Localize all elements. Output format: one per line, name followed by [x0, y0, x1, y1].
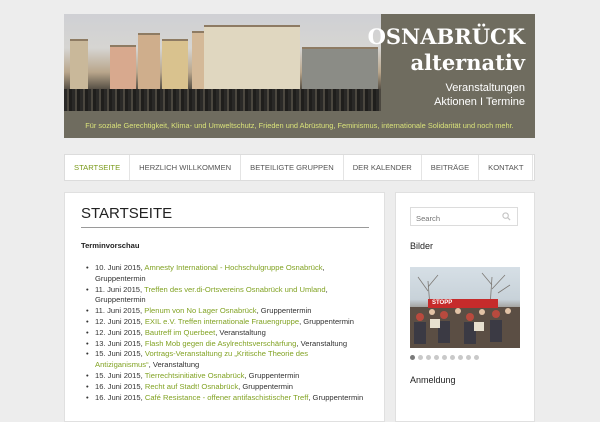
event-link[interactable]: Amnesty International - Hochschulgruppe … — [144, 263, 322, 272]
event-type: , Gruppentermin — [308, 392, 364, 402]
slider-dot[interactable] — [410, 355, 415, 360]
event-link[interactable]: Bautreff im Querbeet — [145, 328, 215, 337]
list-item: 12. Juni 2015, EXIL e.V. Treffen interna… — [86, 316, 365, 328]
event-type: , Gruppentermin — [256, 306, 312, 316]
site-title-line1: OSNABRÜCK — [367, 24, 525, 49]
search-input[interactable] — [411, 210, 500, 227]
site-title[interactable]: OSNABRÜCK alternativ — [368, 24, 525, 76]
search-box — [410, 207, 518, 227]
nav-item-beitraege[interactable]: BEITRÄGE — [422, 155, 480, 180]
site-tagline: Veranstaltungen Aktionen I Termine — [434, 81, 525, 109]
slider-dot[interactable] — [426, 355, 431, 360]
sidebar: Bilder STOPP Anmeldung — [395, 192, 535, 422]
site-title-line2: alternativ — [410, 50, 525, 75]
slider-dot[interactable] — [418, 355, 423, 360]
event-date: 12. Juni 2015, — [95, 327, 143, 337]
site-description: Für soziale Gerechtigkeit, Klima- und Um… — [85, 121, 514, 130]
event-link[interactable]: Plenum von No Lager Osnabrück — [144, 306, 256, 315]
list-item: 15. Juni 2015, Vortrags-Veranstaltung zu… — [86, 349, 365, 371]
list-item: 16. Juni 2015, Recht auf Stadt! Osnabrüc… — [86, 381, 365, 393]
event-link[interactable]: EXIL e.V. Treffen internationale Fraueng… — [145, 317, 299, 326]
event-type: , Veranstaltung — [296, 338, 348, 348]
event-type: , Gruppentermin — [238, 381, 294, 391]
event-type: , Gruppentermin — [299, 316, 354, 326]
photo-sign — [474, 322, 484, 331]
image-slider[interactable]: STOPP — [410, 267, 520, 348]
section-heading: Terminvorschau — [81, 241, 140, 250]
slider-dot[interactable] — [458, 355, 463, 360]
event-date: 12. Juni 2015, — [95, 316, 143, 326]
list-item: 11. Juni 2015, Treffen des ver.di-Ortsve… — [86, 284, 365, 307]
banner-text: STOPP — [432, 300, 453, 306]
event-date: 11. Juni 2015, — [95, 284, 143, 294]
main-content: STARTSEITE Terminvorschau 10. Juni 2015,… — [64, 192, 385, 422]
event-type: , Gruppentermin — [244, 370, 300, 380]
widget-title-bilder: Bilder — [410, 241, 434, 251]
event-type: , Veranstaltung — [148, 360, 200, 370]
event-date: 16. Juni 2015, — [95, 381, 143, 391]
nav-item-der-kalender[interactable]: DER KALENDER — [344, 155, 422, 180]
header-photo — [64, 14, 381, 111]
event-date: 13. Juni 2015, — [95, 338, 143, 348]
slider-dot[interactable] — [466, 355, 471, 360]
slider-dot[interactable] — [474, 355, 479, 360]
event-date: 10. Juni 2015, — [95, 263, 143, 272]
event-date: 16. Juni 2015, — [95, 392, 143, 402]
event-link[interactable]: Tierrechtsinitiative Osnabrück — [145, 371, 245, 380]
list-item: 13. Juni 2015, Flash Mob gegen die Asylr… — [86, 338, 365, 350]
nav-item-beteiligte-gruppen[interactable]: BETEILIGTE GRUPPEN — [241, 155, 344, 180]
event-link[interactable]: Café Resistance - offener antifaschistis… — [145, 393, 308, 402]
list-item: 15. Juni 2015, Tierrechtsinitiative Osna… — [86, 370, 365, 382]
event-list: 10. Juni 2015, Amnesty International - H… — [86, 263, 365, 404]
building — [204, 25, 300, 93]
slider-dot[interactable] — [434, 355, 439, 360]
slider-dot[interactable] — [442, 355, 447, 360]
crowd — [64, 89, 381, 111]
nav-item-startseite[interactable]: STARTSEITE — [65, 155, 131, 180]
widget-title-anmeldung: Anmeldung — [410, 375, 456, 385]
slider-dot[interactable] — [450, 355, 455, 360]
event-date: 15. Juni 2015, — [95, 349, 143, 359]
photo-sign — [430, 319, 440, 328]
building — [70, 39, 88, 93]
event-link[interactable]: Treffen des ver.di-Ortsvereins Osnabrück… — [144, 285, 326, 294]
list-item: 11. Juni 2015, Plenum von No Lager Osnab… — [86, 306, 365, 317]
list-item: 12. Juni 2015, Bautreff im Querbeet, Ver… — [86, 327, 365, 339]
slider-pagination — [410, 355, 479, 360]
event-date: 11. Juni 2015, — [95, 306, 143, 316]
nav-item-herzlich-willkommen[interactable]: HERZLICH WILLKOMMEN — [130, 155, 242, 180]
search-icon[interactable] — [502, 212, 511, 221]
event-date: 15. Juni 2015, — [95, 370, 143, 380]
building — [162, 39, 188, 93]
list-item: 10. Juni 2015, Amnesty International - H… — [86, 263, 365, 285]
tagline-line2: Aktionen I Termine — [434, 96, 525, 108]
building — [138, 33, 160, 93]
building — [110, 45, 136, 93]
event-type: , Veranstaltung — [215, 327, 266, 337]
event-link[interactable]: Flash Mob gegen die Asylrechtsverschärfu… — [145, 339, 297, 348]
page-title: STARTSEITE — [81, 205, 369, 228]
main-nav: STARTSEITE HERZLICH WILLKOMMEN BETEILIGT… — [64, 154, 535, 181]
site-header: OSNABRÜCK alternativ Veranstaltungen Akt… — [64, 14, 535, 138]
list-item: 16. Juni 2015, Café Resistance - offener… — [86, 392, 365, 404]
nav-item-kontakt[interactable]: KONTAKT — [479, 155, 534, 180]
tagline-line1: Veranstaltungen — [445, 82, 525, 94]
event-link[interactable]: Recht auf Stadt! Osnabrück — [145, 382, 238, 391]
